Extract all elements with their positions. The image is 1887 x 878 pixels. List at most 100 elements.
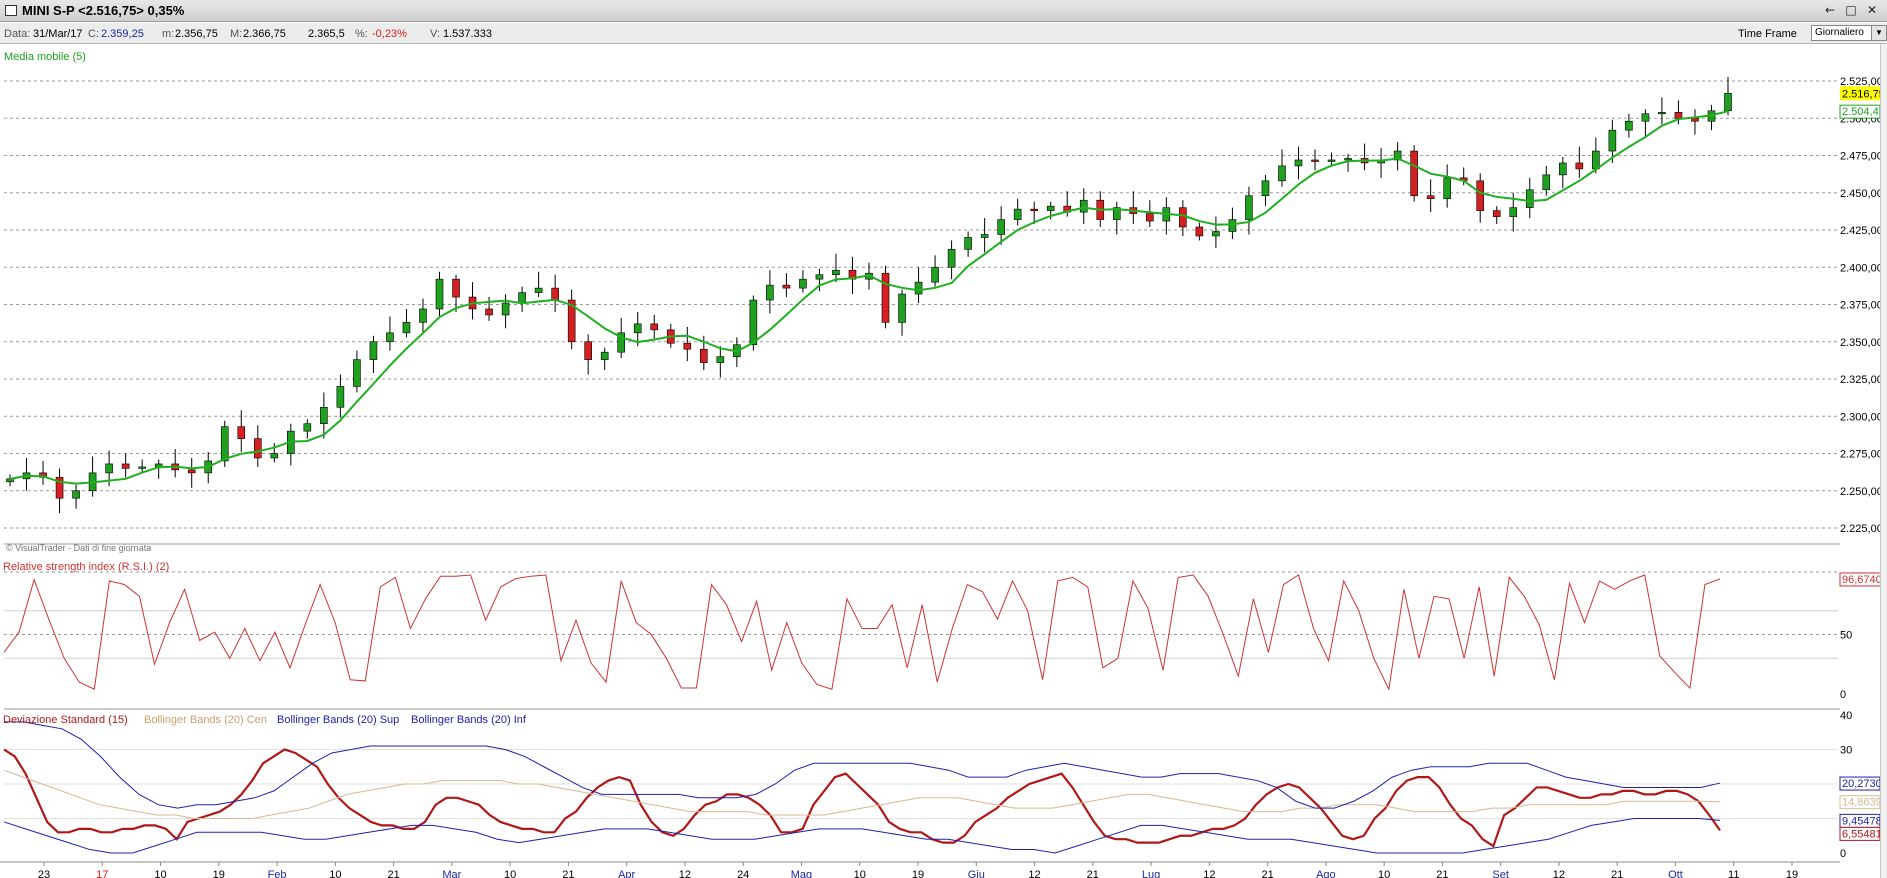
x-tick-label: 19: [213, 869, 225, 878]
candle-body: [435, 278, 444, 310]
candle-body: [237, 426, 246, 439]
x-tick-label: 24: [737, 869, 749, 878]
min-value: 2.356,75: [175, 28, 218, 40]
series-value-label: 14,8639: [1842, 797, 1880, 809]
series-line-0: [3, 748, 1721, 848]
candle-body: [1575, 162, 1584, 170]
candle-body: [1592, 150, 1600, 170]
close-label: C:: [88, 28, 99, 40]
ma-indicator-label: Media mobile (5): [4, 51, 86, 63]
max-value: 2.366,75: [243, 28, 286, 40]
candle-body: [220, 426, 229, 462]
candle-body: [832, 269, 840, 275]
moving-average-line: [9, 110, 1729, 485]
y-tick-label: 2.400,00: [1840, 262, 1880, 274]
candle-body: [1410, 150, 1418, 197]
candle-body: [1195, 226, 1204, 237]
candle-body: [633, 323, 642, 334]
window-titlebar: MINI S-P <2.516,75> 0,35% ← □ ✕: [0, 0, 1887, 22]
x-tick-label: 12: [679, 869, 691, 878]
vertical-scrollbar[interactable]: [1880, 44, 1887, 878]
candle-body: [1046, 205, 1055, 211]
candle-body: [782, 284, 791, 289]
candle-body: [1625, 120, 1633, 131]
x-tick-label: Giu: [968, 869, 985, 878]
series-value-label: 6,55481: [1842, 828, 1880, 840]
candle-body: [534, 287, 543, 293]
y-tick-label: 2.475,00: [1840, 151, 1880, 163]
pct-label: %:: [355, 28, 368, 40]
candle-body: [1492, 210, 1501, 217]
y-tick-label: 40: [1840, 710, 1852, 722]
price-panel[interactable]: 2.525,002.500,002.475,002.450,002.425,00…: [4, 76, 1880, 545]
candle-body: [1658, 111, 1666, 115]
x-tick-label: 10: [854, 869, 866, 878]
legend-bb-upper: Bollinger Bands (20) Sup: [277, 714, 399, 726]
candle-body: [419, 308, 427, 323]
candle-body: [650, 323, 659, 331]
candle-body: [1079, 199, 1088, 213]
candle-body: [1228, 219, 1237, 232]
chart-area[interactable]: 2.525,002.500,002.475,002.450,002.425,00…: [0, 44, 1880, 878]
x-tick-label: 21: [1436, 869, 1448, 878]
candle-body: [270, 453, 279, 459]
candle-body: [320, 407, 328, 424]
candle-body: [452, 278, 460, 298]
candle-body: [914, 281, 923, 295]
y-tick-label: 2.450,00: [1840, 188, 1880, 200]
volume-label: V:: [430, 28, 440, 40]
close-icon[interactable]: ✕: [1864, 2, 1880, 18]
candle-body: [386, 332, 394, 343]
x-tick-label: 10: [504, 869, 516, 878]
candle-body: [1179, 207, 1187, 228]
candle-body: [187, 469, 196, 474]
x-tick-label: 12: [1203, 869, 1215, 878]
y-tick-label: 50: [1840, 630, 1852, 642]
timeframe-label: Time Frame: [1738, 28, 1797, 40]
candle-body: [700, 348, 708, 363]
timeframe-select[interactable]: Giornaliero ▼: [1811, 25, 1887, 41]
candle-body: [518, 292, 526, 304]
candle-body: [1542, 174, 1551, 191]
maximize-icon[interactable]: □: [1843, 2, 1859, 18]
rsi-panel[interactable]: 50 0 96,6740: [3, 571, 1880, 710]
candle-body: [1641, 113, 1650, 122]
x-tick-label: Lug: [1142, 869, 1160, 878]
x-axis: 23 17 10 19 Feb 10 21 Mar 10 21 Apr 12 24 Mag 10 19 Giu 1…: [0, 861, 1840, 878]
x-tick-label: 21: [1261, 869, 1273, 878]
y-tick-label: 2.225,00: [1840, 523, 1880, 535]
x-tick-label: Ott: [1668, 869, 1683, 878]
chevron-down-icon[interactable]: ▼: [1871, 26, 1886, 40]
candle-body: [600, 351, 609, 360]
x-tick-label: 21: [1087, 869, 1099, 878]
x-tick-label: 21: [562, 869, 574, 878]
candle-body: [253, 438, 262, 459]
candle-body: [1476, 180, 1485, 211]
candle-body: [121, 463, 130, 469]
back-icon[interactable]: ←: [1822, 2, 1838, 18]
candle-body: [501, 302, 510, 316]
candle-body: [72, 490, 80, 499]
legend-bb-lower: Bollinger Bands (20) Inf: [411, 714, 527, 726]
max-label: M:: [230, 28, 243, 40]
date-value: 31/Mar/17: [33, 28, 83, 40]
candle-body: [716, 356, 725, 363]
volume-value: 1.537.333: [443, 28, 492, 40]
series-value-label: 9,45478: [1842, 815, 1880, 827]
timeframe-value: Giornaliero: [1815, 27, 1864, 38]
y-tick-label: 2.350,00: [1840, 337, 1880, 349]
x-tick-label: 19: [912, 869, 924, 878]
candle-body: [1278, 165, 1286, 182]
stddev-bollinger-panel[interactable]: 40302010020,273014,86399,454786,55481: [3, 710, 1880, 860]
candle-body: [1443, 177, 1451, 200]
series-line-3: [3, 818, 1721, 854]
candle-body: [1261, 180, 1270, 197]
x-tick-label: 19: [1786, 869, 1798, 878]
candle-body: [138, 466, 146, 469]
candle-body: [1344, 158, 1352, 161]
candle-body: [402, 322, 411, 334]
y-tick-label: 2.325,00: [1840, 374, 1880, 386]
candle-body: [898, 293, 906, 323]
y-tick-label: 2.525,00: [1840, 76, 1880, 88]
min-label: m:: [162, 28, 175, 40]
